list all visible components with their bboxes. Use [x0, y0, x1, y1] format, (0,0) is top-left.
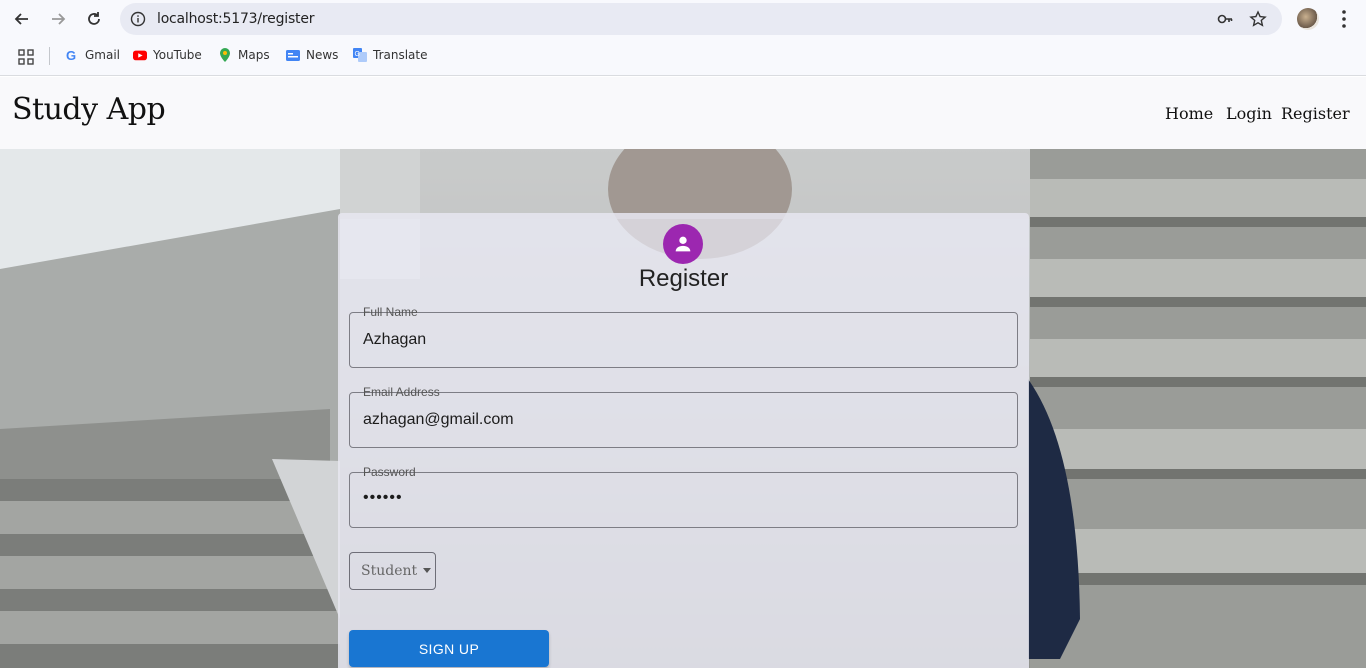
app-navbar: Study App Home Login Register — [0, 77, 1366, 149]
browser-toolbar: localhost:5173/register — [0, 0, 1366, 38]
svg-text:G: G — [66, 48, 76, 62]
bookmark-maps[interactable]: Maps — [218, 48, 270, 62]
email-value[interactable]: azhagan@gmail.com — [363, 411, 514, 429]
apps-grid-icon[interactable] — [18, 49, 34, 65]
bookmark-label: YouTube — [153, 48, 202, 62]
bookmark-news[interactable]: News — [286, 48, 338, 62]
email-field[interactable]: Email Address azhagan@gmail.com — [349, 385, 1018, 448]
nav-home[interactable]: Home — [1165, 104, 1213, 123]
nav-login[interactable]: Login — [1226, 104, 1272, 123]
bookmark-youtube[interactable]: YouTube — [133, 48, 202, 62]
full-name-value[interactable]: Azhagan — [363, 331, 426, 349]
bookmark-label: Maps — [238, 48, 270, 62]
forward-arrow-icon[interactable] — [46, 7, 70, 31]
caret-down-icon — [423, 567, 432, 573]
more-menu-icon[interactable] — [1334, 8, 1354, 30]
email-label: Email Address — [359, 385, 444, 399]
role-dropdown[interactable]: Student — [349, 552, 436, 590]
bookmark-label: Gmail — [85, 48, 121, 62]
bookmark-star-icon[interactable] — [1249, 10, 1267, 28]
nav-register[interactable]: Register — [1281, 104, 1350, 123]
full-name-field[interactable]: Full Name Azhagan — [349, 305, 1018, 368]
register-title: Register — [638, 265, 729, 292]
svg-text:G: G — [355, 51, 360, 58]
register-card: Register Full Name Azhagan Email Address… — [338, 213, 1029, 668]
password-value[interactable]: •••••• — [363, 489, 403, 507]
maps-icon — [220, 48, 230, 62]
bookmarks-bar: G Gmail YouTube Maps News G Translate — [0, 38, 1366, 76]
password-field[interactable]: Password •••••• — [349, 465, 1018, 528]
user-avatar-badge — [663, 224, 703, 264]
person-icon — [675, 236, 691, 252]
password-label: Password — [359, 465, 420, 479]
brand-title[interactable]: Study App — [12, 92, 166, 127]
role-value: Student — [361, 563, 418, 579]
translate-icon: G — [353, 48, 367, 62]
bookmarks-separator — [49, 47, 50, 65]
bookmark-label: Translate — [373, 48, 428, 62]
site-info-icon[interactable] — [130, 11, 146, 27]
bookmark-gmail[interactable]: G Gmail — [65, 48, 120, 62]
password-key-icon[interactable] — [1216, 10, 1234, 28]
sign-up-button[interactable]: SIGN UP — [349, 630, 549, 667]
youtube-icon — [133, 50, 147, 61]
full-name-label: Full Name — [359, 305, 422, 319]
url-text[interactable]: localhost:5173/register — [157, 11, 314, 27]
reload-icon[interactable] — [82, 7, 106, 31]
gmail-icon: G — [66, 48, 76, 62]
address-bar[interactable]: localhost:5173/register — [120, 3, 1282, 35]
bookmark-label: News — [306, 48, 339, 62]
back-arrow-icon[interactable] — [10, 7, 34, 31]
profile-avatar[interactable] — [1297, 8, 1319, 30]
bookmark-translate[interactable]: G Translate — [353, 48, 428, 62]
news-icon — [286, 50, 300, 61]
